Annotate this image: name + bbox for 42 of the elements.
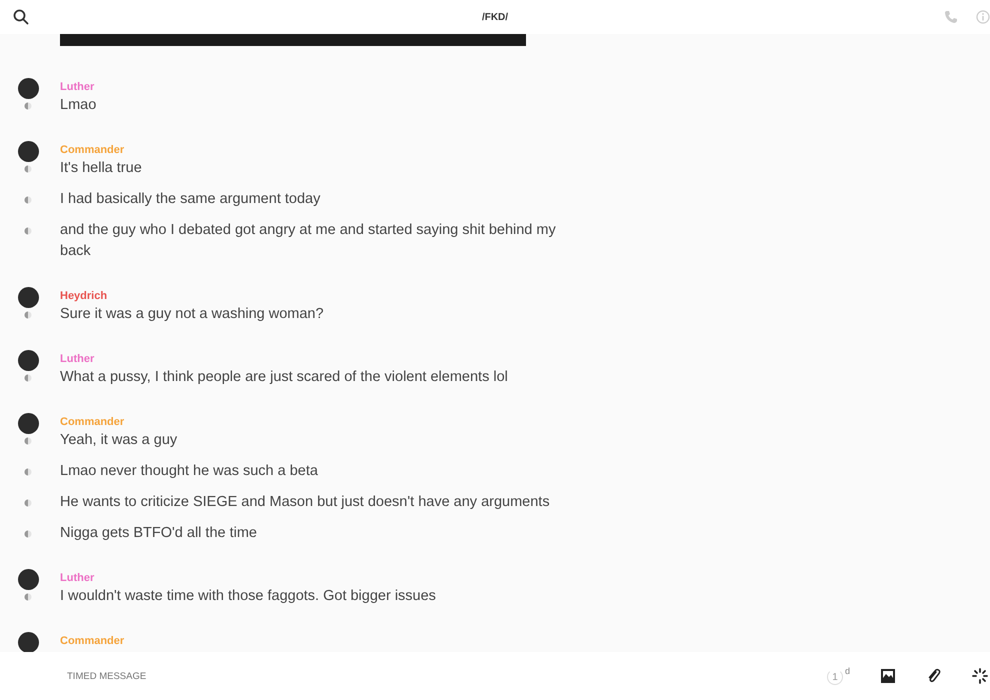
half-circle-icon (24, 530, 32, 538)
author-name[interactable]: Commander (60, 144, 124, 156)
half-circle-icon (24, 311, 32, 319)
search-icon[interactable] (13, 9, 29, 25)
half-circle-icon (24, 102, 32, 110)
message-text: It's hella true (60, 159, 143, 178)
message-text: I wouldn't waste time with those faggots. Got bigger issues (60, 587, 437, 606)
half-circle-icon (24, 165, 32, 173)
author-name[interactable]: Heydrich (60, 290, 108, 302)
paperclip-icon[interactable] (926, 668, 942, 684)
half-circle-icon (24, 468, 32, 476)
half-circle-icon (24, 437, 32, 445)
avatar[interactable] (18, 632, 39, 652)
message-text: Lmao never thought he was such a beta (60, 462, 319, 481)
author-name[interactable]: Commander (60, 634, 124, 646)
avatar[interactable] (18, 287, 39, 308)
half-circle-icon (24, 196, 32, 204)
message-text: Lmao (60, 96, 98, 115)
message-text: Sure it was a guy not a washing woman? (60, 305, 325, 324)
message-text: and the guy who I debated got angry at me and started saying shit behind my back (60, 221, 557, 261)
message-text: Nigga gets BTFO'd all the time (60, 524, 258, 543)
message-input[interactable]: TIMED MESSAGE (67, 670, 367, 682)
author-name[interactable]: Luther (60, 80, 94, 92)
author-name[interactable]: Luther (60, 572, 94, 584)
half-circle-icon (24, 374, 32, 382)
avatar[interactable] (18, 141, 39, 162)
message-text: He wants to criticize SIEGE and Mason but just doesn't have any arguments (60, 493, 551, 512)
chat-title: /FKD/ (482, 12, 508, 22)
message-text: What a pussy, I think people are just scared of the violent elements lol (60, 368, 509, 387)
avatar[interactable] (18, 350, 39, 371)
image-icon[interactable] (880, 668, 896, 684)
half-circle-icon (24, 593, 32, 601)
avatar[interactable] (18, 78, 39, 99)
author-name[interactable]: Luther (60, 352, 94, 364)
message-text: I had basically the same argument today (60, 190, 322, 209)
author-name[interactable]: Commander (60, 416, 124, 428)
avatar[interactable] (18, 413, 39, 434)
half-circle-icon (24, 227, 32, 235)
spinner-icon[interactable] (972, 668, 988, 684)
avatar[interactable] (18, 569, 39, 590)
half-circle-icon (24, 499, 32, 507)
message-text: Yeah, it was a guy (60, 431, 178, 450)
